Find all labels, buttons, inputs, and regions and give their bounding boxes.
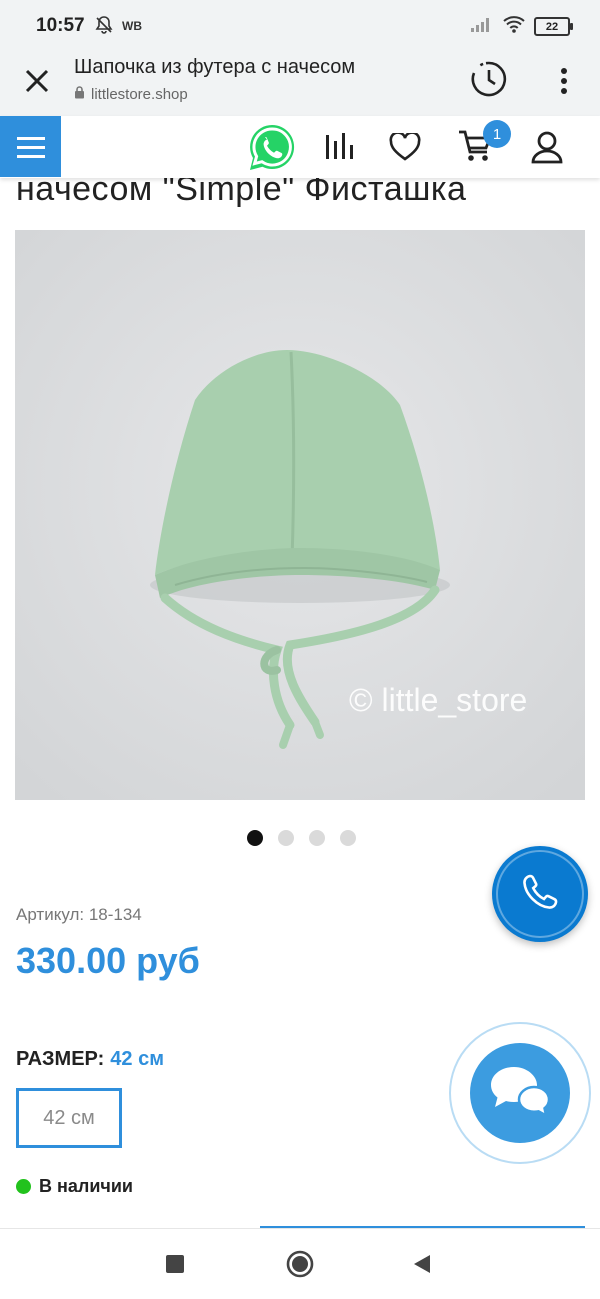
close-icon[interactable]	[22, 66, 52, 96]
cart-count-badge: 1	[483, 120, 511, 148]
bell-off-icon	[94, 15, 114, 40]
call-button[interactable]	[492, 846, 588, 942]
site-header: 1	[0, 116, 600, 178]
carousel-dot[interactable]	[309, 830, 325, 846]
signal-icon	[470, 15, 494, 38]
carousel-dots	[247, 830, 356, 846]
wifi-icon	[502, 14, 526, 39]
system-nav-bar	[0, 1229, 600, 1299]
image-watermark: © little_store	[349, 682, 528, 718]
status-indicators: 22	[470, 14, 573, 39]
carousel-dot[interactable]	[278, 830, 294, 846]
lock-icon	[74, 86, 85, 103]
user-icon[interactable]	[530, 130, 564, 169]
battery-indicator: 22	[534, 17, 573, 36]
menu-icon[interactable]	[0, 116, 61, 177]
stock-indicator-dot	[16, 1179, 31, 1194]
chat-button[interactable]	[470, 1043, 570, 1143]
carrier-label: WB	[122, 19, 142, 33]
status-time: 10:57	[36, 15, 85, 36]
browser-toolbar: Шапочка из футера с начесом littlestore.…	[0, 52, 600, 116]
size-selected-value: 42 см	[110, 1048, 165, 1070]
product-sku: Артикул: 18-134	[16, 905, 142, 924]
heart-icon[interactable]	[389, 131, 421, 166]
browser-url[interactable]: littlestore.shop	[74, 86, 188, 103]
compare-icon[interactable]	[324, 131, 354, 166]
home-icon[interactable]	[286, 1250, 314, 1278]
product-price: 330.00 руб	[16, 940, 200, 981]
tab-underline	[260, 1226, 585, 1228]
history-icon[interactable]	[470, 60, 508, 98]
carousel-dot[interactable]	[340, 830, 356, 846]
product-image[interactable]: © little_store	[15, 230, 585, 800]
chat-icon	[488, 1063, 552, 1124]
recents-icon[interactable]	[166, 1255, 184, 1273]
status-bar: 10:57 WB 22	[0, 0, 600, 52]
size-option[interactable]: 42 см	[16, 1088, 122, 1148]
stock-status-text: В наличии	[39, 1176, 133, 1196]
phone-icon	[520, 872, 560, 917]
stock-status: В наличии	[16, 1176, 133, 1197]
more-vert-icon[interactable]	[552, 66, 576, 96]
size-label: РАЗМЕР:	[16, 1048, 105, 1070]
url-text: littlestore.shop	[91, 86, 188, 103]
whatsapp-icon[interactable]	[246, 122, 298, 179]
size-heading: РАЗМЕР: 42 см	[16, 1048, 164, 1071]
carousel-dot[interactable]	[247, 830, 263, 846]
browser-page-title: Шапочка из футера с начесом	[74, 56, 356, 78]
back-icon[interactable]	[412, 1253, 432, 1280]
